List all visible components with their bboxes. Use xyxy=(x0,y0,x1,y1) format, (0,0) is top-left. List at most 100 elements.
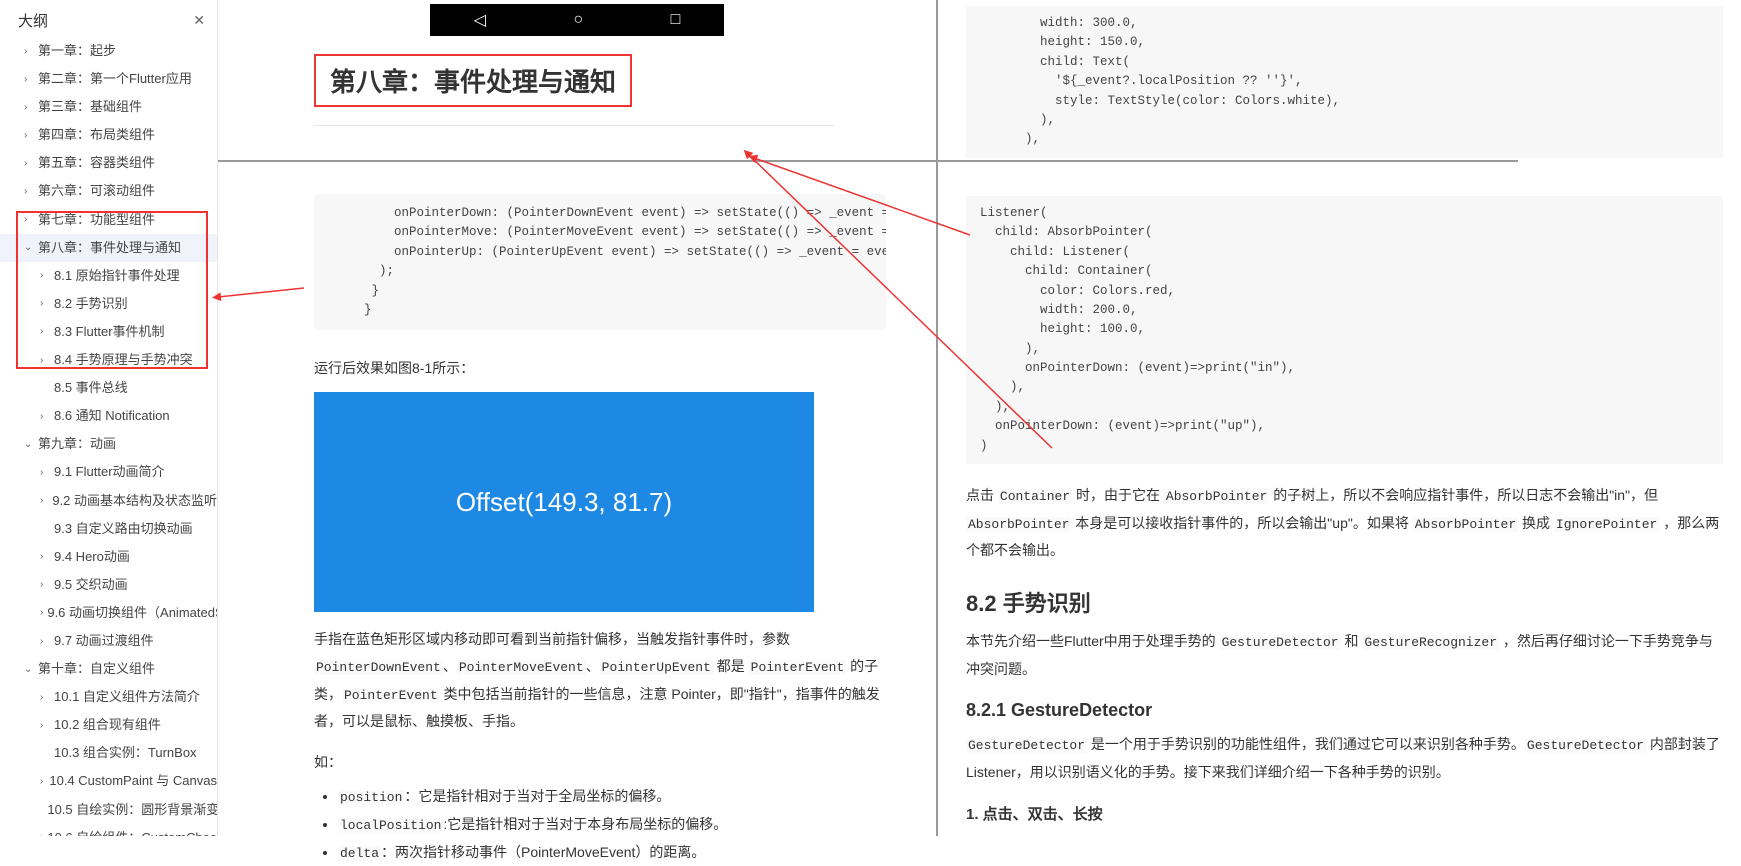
chevron-icon: › xyxy=(40,548,50,565)
toc-label: 10.3 组合实例：TurnBox xyxy=(54,742,197,764)
chevron-icon: › xyxy=(40,352,50,369)
toc-label: 10.2 组合现有组件 xyxy=(54,714,161,736)
toc-item[interactable]: ›第六章：可滚动组件 xyxy=(0,177,217,205)
p-8-2-1: GestureDetector 是一个用于手势识别的功能性组件，我们通过它可以来… xyxy=(966,731,1723,785)
chevron-icon: › xyxy=(40,464,50,481)
bullet-list: position：它是指针相对于当对于全局坐标的偏移。localPosition… xyxy=(338,783,886,866)
toc-item[interactable]: ›10.2 组合现有组件 xyxy=(0,711,217,739)
toc-label: 第一章：起步 xyxy=(38,40,116,62)
toc-item[interactable]: ›10.6 自绘组件：CustomCheckbo xyxy=(0,824,217,836)
chevron-icon: › xyxy=(24,71,34,88)
toc-label: 9.3 自定义路由切换动画 xyxy=(54,518,193,540)
sidebar: 大纲 ✕ ›第一章：起步›第二章：第一个Flutter应用›第三章：基础组件›第… xyxy=(0,0,218,836)
toc-item[interactable]: ›9.1 Flutter动画简介 xyxy=(0,458,217,486)
toc-item[interactable]: ›9.3 自定义路由切换动画 xyxy=(0,515,217,543)
toc-label: 第六章：可滚动组件 xyxy=(38,180,155,202)
toc-item[interactable]: ›第二章：第一个Flutter应用 xyxy=(0,65,217,93)
ru-label: 如： xyxy=(314,749,886,776)
toc[interactable]: ›第一章：起步›第二章：第一个Flutter应用›第三章：基础组件›第四章：布局… xyxy=(0,37,217,836)
toc-label: 8.5 事件总线 xyxy=(54,377,128,399)
toc-item[interactable]: ›8.4 手势原理与手势冲突 xyxy=(0,346,217,374)
bullet-item: delta：两次指针移动事件（PointerMoveEvent）的距离。 xyxy=(338,839,886,866)
chevron-icon: ⌄ xyxy=(24,239,34,256)
toc-label: 9.4 Hero动画 xyxy=(54,546,130,568)
chevron-icon: › xyxy=(40,492,48,509)
toc-label: 10.1 自定义组件方法简介 xyxy=(54,686,200,708)
h-sub-1: 1. 点击、双击、长按 xyxy=(966,803,1723,824)
chevron-icon: › xyxy=(40,408,50,425)
toc-label: 8.3 Flutter事件机制 xyxy=(54,321,165,343)
panel-right-bottom: Listener( child: AbsorbPointer( child: L… xyxy=(966,160,1723,824)
toc-item[interactable]: ›9.6 动画切换组件（AnimatedSwit xyxy=(0,599,217,627)
toc-item[interactable]: ›10.4 CustomPaint 与 Canvas xyxy=(0,767,217,795)
h-separator-left xyxy=(218,160,938,162)
chapter-title-box: 第八章：事件处理与通知 xyxy=(314,54,632,107)
left-column: ◁ ○ □ 第八章：事件处理与通知 onPointerDown: (Pointe… xyxy=(218,0,938,836)
toc-item[interactable]: ›10.5 自绘实例：圆形背景渐变进度 xyxy=(0,796,217,824)
chevron-icon: › xyxy=(24,211,34,228)
chevron-icon: › xyxy=(24,127,34,144)
toc-item[interactable]: ›8.5 事件总线 xyxy=(0,374,217,402)
p-8-2: 本节先介绍一些Flutter中用于处理手势的 GestureDetector 和… xyxy=(966,628,1723,682)
nav-home-icon: ○ xyxy=(573,11,583,29)
bullet-item: localPosition:它是指针相对于当对于本身布局坐标的偏移。 xyxy=(338,811,886,839)
toc-label: 8.4 手势原理与手势冲突 xyxy=(54,349,193,371)
figure-blue: Offset(149.3, 81.7) xyxy=(314,392,814,612)
toc-item[interactable]: ›10.1 自定义组件方法简介 xyxy=(0,683,217,711)
chapter-title: 第八章：事件处理与通知 xyxy=(330,62,616,99)
sidebar-title: 大纲 xyxy=(18,10,48,31)
toc-label: 第十章：自定义组件 xyxy=(38,658,155,680)
para-pointer: 手指在蓝色矩形区域内移动即可看到当前指针偏移，当触发指针事件时，参数 Point… xyxy=(314,626,886,735)
toc-label: 第七章：功能型组件 xyxy=(38,209,155,231)
toc-label: 8.1 原始指针事件处理 xyxy=(54,265,180,287)
offset-label: Offset(149.3, 81.7) xyxy=(456,487,672,518)
toc-label: 9.6 动画切换组件（AnimatedSwit xyxy=(47,602,217,624)
phone-nav: ◁ ○ □ xyxy=(430,4,724,36)
toc-item[interactable]: ›第一章：起步 xyxy=(0,37,217,65)
chevron-icon: › xyxy=(40,633,50,650)
main: ◁ ○ □ 第八章：事件处理与通知 onPointerDown: (Pointe… xyxy=(218,0,1741,836)
toc-label: 8.2 手势识别 xyxy=(54,293,128,315)
chevron-icon: › xyxy=(24,183,34,200)
toc-item[interactable]: ›8.1 原始指针事件处理 xyxy=(0,262,217,290)
h-separator-right xyxy=(938,160,1518,162)
toc-label: 10.5 自绘实例：圆形背景渐变进度 xyxy=(47,799,217,821)
sidebar-header: 大纲 ✕ xyxy=(0,0,217,37)
toc-item[interactable]: ›第五章：容器类组件 xyxy=(0,149,217,177)
toc-item[interactable]: ›第七章：功能型组件 xyxy=(0,206,217,234)
toc-item[interactable]: ›9.5 交织动画 xyxy=(0,571,217,599)
panel-right-top: width: 300.0, height: 150.0, child: Text… xyxy=(966,0,1723,160)
toc-item[interactable]: ⌄第八章：事件处理与通知 xyxy=(0,234,217,262)
toc-item[interactable]: ›9.4 Hero动画 xyxy=(0,543,217,571)
close-icon[interactable]: ✕ xyxy=(193,12,205,29)
toc-item[interactable]: ›10.3 组合实例：TurnBox xyxy=(0,739,217,767)
chevron-icon: ⌄ xyxy=(24,436,34,453)
toc-item[interactable]: ›第四章：布局类组件 xyxy=(0,121,217,149)
right-column: width: 300.0, height: 150.0, child: Text… xyxy=(938,0,1741,836)
toc-item[interactable]: ›第三章：基础组件 xyxy=(0,93,217,121)
chevron-icon: › xyxy=(40,717,50,734)
chevron-icon: › xyxy=(40,689,50,706)
chevron-icon: › xyxy=(40,604,43,621)
chevron-icon: ⌄ xyxy=(24,661,34,678)
toc-item[interactable]: ›9.2 动画基本结构及状态监听 xyxy=(0,487,217,515)
toc-item[interactable]: ›8.2 手势识别 xyxy=(0,290,217,318)
toc-label: 8.6 通知 Notification xyxy=(54,405,170,427)
toc-label: 9.7 动画过渡组件 xyxy=(54,630,154,652)
code-block-right-top: width: 300.0, height: 150.0, child: Text… xyxy=(966,6,1723,158)
toc-item[interactable]: ›8.3 Flutter事件机制 xyxy=(0,318,217,346)
chevron-icon: › xyxy=(24,155,34,172)
title-underline xyxy=(314,125,834,126)
chevron-icon: › xyxy=(40,295,50,312)
panel-left-bottom: onPointerDown: (PointerDownEvent event) … xyxy=(218,164,936,866)
toc-item[interactable]: ›8.6 通知 Notification xyxy=(0,402,217,430)
toc-item[interactable]: ⌄第十章：自定义组件 xyxy=(0,655,217,683)
toc-label: 第九章：动画 xyxy=(38,433,116,455)
bullet-item: position：它是指针相对于当对于全局坐标的偏移。 xyxy=(338,783,886,811)
toc-label: 第五章：容器类组件 xyxy=(38,152,155,174)
chevron-icon: › xyxy=(40,323,50,340)
toc-item[interactable]: ›9.7 动画过渡组件 xyxy=(0,627,217,655)
toc-label: 9.2 动画基本结构及状态监听 xyxy=(52,490,217,512)
chevron-icon: › xyxy=(24,99,34,116)
toc-item[interactable]: ⌄第九章：动画 xyxy=(0,430,217,458)
